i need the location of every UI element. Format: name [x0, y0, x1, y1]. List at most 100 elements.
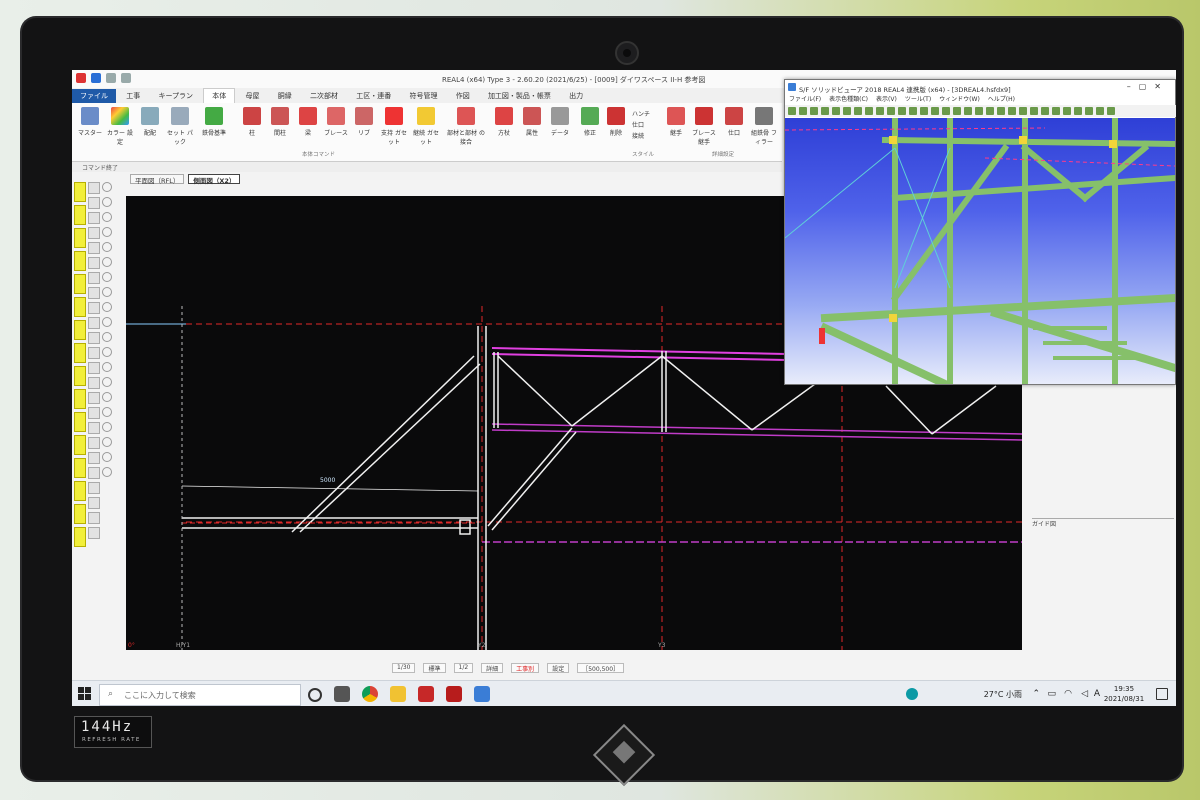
viewer-tool[interactable] — [1085, 107, 1093, 115]
draw-tool[interactable] — [88, 377, 100, 389]
clock[interactable]: 19:35 2021/08/31 — [1100, 684, 1148, 704]
snap-tool[interactable] — [102, 362, 112, 372]
viewer-tool[interactable] — [821, 107, 829, 115]
attribute-button[interactable]: 属性 — [518, 107, 546, 137]
support-gusset-button[interactable]: 支持 ガセット — [380, 107, 408, 146]
filler-button[interactable]: 組鉄骨 フィラー — [750, 107, 778, 146]
task-view-icon[interactable] — [308, 688, 322, 702]
viewer-tool[interactable] — [788, 107, 796, 115]
viewer-tool[interactable] — [953, 107, 961, 115]
snap-tool[interactable] — [102, 437, 112, 447]
draw-tool[interactable] — [88, 317, 100, 329]
window-controls[interactable]: –▢✕ — [1127, 82, 1169, 91]
viewer-menu-window[interactable]: ウィンドウ(W) — [939, 94, 980, 104]
viewer-tool[interactable] — [887, 107, 895, 115]
layout-button[interactable]: 配配 — [136, 107, 164, 137]
splice-button[interactable]: 継手 — [662, 107, 690, 137]
shiguchi-option[interactable]: 仕口 — [632, 120, 650, 131]
snap-tool[interactable] — [102, 272, 112, 282]
delete-button[interactable]: 削除 — [602, 107, 630, 137]
snap-tool[interactable] — [102, 407, 112, 417]
redo-icon[interactable] — [121, 73, 131, 83]
viewer-tool[interactable] — [909, 107, 917, 115]
viewer-tool[interactable] — [1030, 107, 1038, 115]
tab-symbol[interactable]: 符号管理 — [401, 89, 445, 103]
tab-section[interactable]: 工区・連番 — [348, 89, 399, 103]
draw-tool[interactable] — [88, 362, 100, 374]
steel-base-button[interactable]: 鉄骨基準 — [196, 107, 232, 137]
snap-tool[interactable] — [102, 317, 112, 327]
viewer-tool[interactable] — [986, 107, 994, 115]
tab-secondary[interactable]: 二次部材 — [302, 89, 346, 103]
viewer-menu-view[interactable]: 表示(V) — [876, 94, 897, 104]
viewer-tool[interactable] — [1074, 107, 1082, 115]
viewer-tool[interactable] — [997, 107, 1005, 115]
grid-size-field[interactable]: ［500,500］ — [577, 663, 625, 673]
draw-tool[interactable] — [88, 227, 100, 239]
viewer-tool[interactable] — [865, 107, 873, 115]
snap-tool[interactable] — [102, 332, 112, 342]
tool-button[interactable] — [74, 389, 86, 409]
network-icon[interactable]: ▭ — [1047, 689, 1056, 699]
draw-tool[interactable] — [88, 437, 100, 449]
weather-widget[interactable]: 27°C 小雨 — [984, 689, 1022, 700]
set-pack-button[interactable]: セット パック — [166, 107, 194, 146]
tool-button[interactable] — [74, 435, 86, 455]
shiguchi-button[interactable]: 仕口 — [720, 107, 748, 137]
snap-tool[interactable] — [102, 227, 112, 237]
viewer-tool[interactable] — [854, 107, 862, 115]
viewer-tool[interactable] — [876, 107, 884, 115]
snap-tool[interactable] — [102, 212, 112, 222]
snap-tool[interactable] — [102, 197, 112, 207]
snap-tool[interactable] — [102, 422, 112, 432]
widgets-icon[interactable] — [334, 686, 350, 702]
viewer-tool[interactable] — [1096, 107, 1104, 115]
tool-button[interactable] — [74, 251, 86, 271]
tab-plan-view[interactable]: 平面図（RFL） — [130, 174, 185, 185]
brace-splice-button[interactable]: ブレース 継手 — [690, 107, 718, 146]
viewer-tool[interactable] — [1052, 107, 1060, 115]
snap-tool[interactable] — [102, 257, 112, 267]
tool-button[interactable] — [74, 320, 86, 340]
haunch-option[interactable]: ハンチ — [632, 109, 650, 120]
draw-tool[interactable] — [88, 257, 100, 269]
stud-button[interactable]: 間柱 — [266, 107, 294, 137]
detail-field[interactable]: 詳細 — [481, 663, 504, 673]
snap-tool[interactable] — [102, 452, 112, 462]
draw-tool[interactable] — [88, 182, 100, 194]
beam-button[interactable]: 梁 — [294, 107, 322, 137]
color-setting-button[interactable]: カラー 設定 — [106, 107, 134, 146]
snap-tool[interactable] — [102, 347, 112, 357]
draw-tool[interactable] — [88, 422, 100, 434]
viewer-tool[interactable] — [799, 107, 807, 115]
viewer-tool[interactable] — [942, 107, 950, 115]
tab-draw[interactable]: 作図 — [448, 89, 478, 103]
tool-button[interactable] — [74, 458, 86, 478]
tab-side-view[interactable]: 側面図（X2） — [188, 174, 241, 185]
knee-brace-button[interactable]: 方杖 — [490, 107, 518, 137]
tool-button[interactable] — [74, 297, 86, 317]
viewer-tool[interactable] — [832, 107, 840, 115]
tool-button[interactable] — [74, 343, 86, 363]
notification-icon[interactable] — [1156, 688, 1168, 700]
solid-viewer-icon[interactable] — [474, 686, 490, 702]
draw-tool[interactable] — [88, 242, 100, 254]
explorer-icon[interactable] — [390, 686, 406, 702]
draw-tool[interactable] — [88, 302, 100, 314]
taskbar-search[interactable]: ⌕ ここに入力して検索 — [99, 684, 301, 706]
mode-field[interactable]: 標準 — [423, 663, 446, 673]
tool-button[interactable] — [74, 228, 86, 248]
snap-tool[interactable] — [102, 182, 112, 192]
draw-tool[interactable] — [88, 197, 100, 209]
viewer-tool[interactable] — [843, 107, 851, 115]
draw-tool[interactable] — [88, 467, 100, 479]
snap-tool[interactable] — [102, 302, 112, 312]
viewer-tool[interactable] — [931, 107, 939, 115]
tab-output[interactable]: 出力 — [561, 89, 591, 103]
draw-tool[interactable] — [88, 347, 100, 359]
tool-button[interactable] — [74, 412, 86, 432]
draw-tool[interactable] — [88, 407, 100, 419]
undo-icon[interactable] — [106, 73, 116, 83]
solid-viewer-window[interactable]: S/F ソリッドビューア 2018 REAL4 連携版 (x64) - [3DR… — [784, 79, 1176, 385]
tab-file[interactable]: ファイル — [72, 89, 116, 103]
